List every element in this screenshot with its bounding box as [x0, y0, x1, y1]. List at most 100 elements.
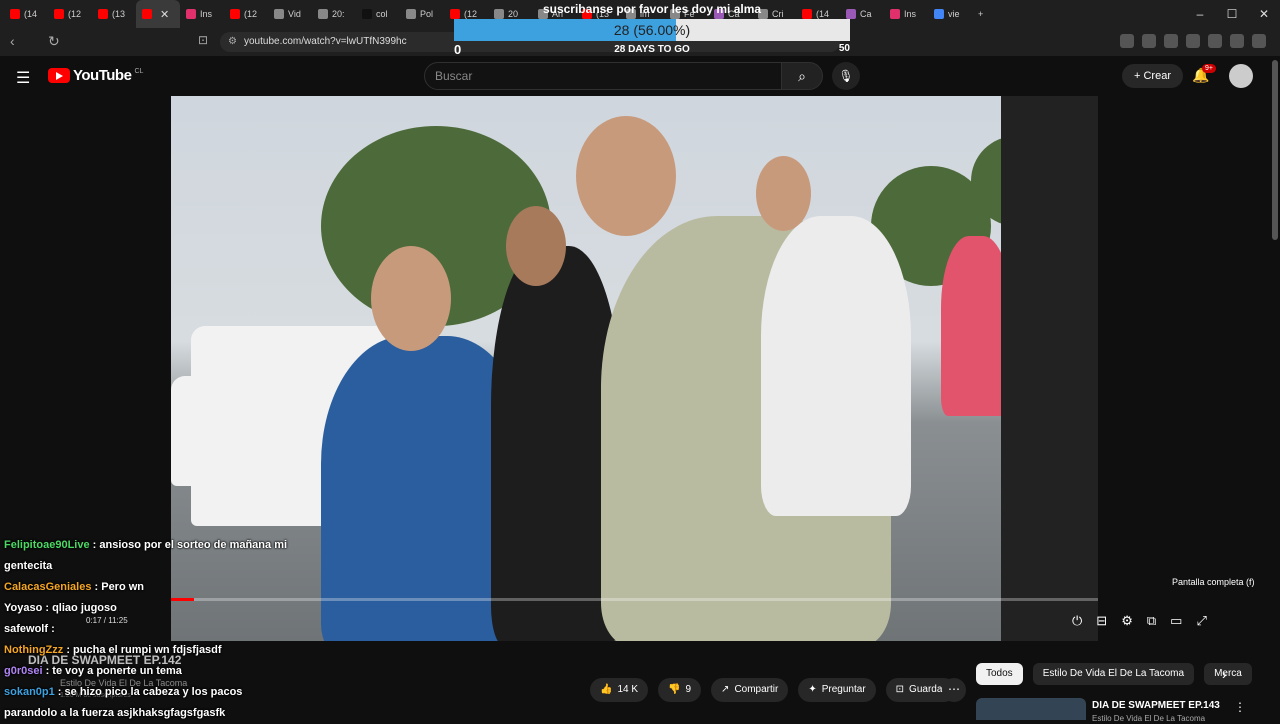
- video-progress-bar[interactable]: [171, 598, 1098, 601]
- chat-username: Felipitoae90Live: [4, 539, 90, 551]
- filter-chip[interactable]: Todos: [976, 663, 1023, 685]
- like-button[interactable]: 👍 14 K: [590, 678, 649, 702]
- browser-tab[interactable]: (12: [48, 0, 92, 28]
- video-person-head: [506, 206, 566, 286]
- youtube-logo[interactable]: YouTube CL: [48, 67, 143, 84]
- recommended-more-icon[interactable]: ⋮: [1234, 700, 1246, 714]
- tab-label: Ca: [860, 9, 872, 19]
- tab-label: (13: [112, 9, 126, 19]
- ask-button[interactable]: ✦ Preguntar: [798, 678, 876, 702]
- browser-tab[interactable]: 20:: [312, 0, 356, 28]
- site-info-icon[interactable]: ⚙: [228, 32, 237, 52]
- more-actions-button[interactable]: ⋯: [942, 678, 966, 702]
- extension-icon[interactable]: [1142, 34, 1156, 48]
- back-icon[interactable]: ‹: [10, 33, 15, 49]
- share-icon: ↗: [721, 684, 730, 695]
- video-player[interactable]: [171, 96, 1098, 641]
- tab-label: 20:: [332, 9, 345, 19]
- chat-username: NothingZzz: [4, 644, 64, 656]
- browser-tab[interactable]: (14: [4, 0, 48, 28]
- extension-icon[interactable]: [1164, 34, 1178, 48]
- tab-favicon-icon: [142, 9, 152, 19]
- chat-username: Yoyaso: [4, 602, 43, 614]
- search-button[interactable]: ⌕: [781, 62, 823, 90]
- chat-text: : ansioso por el sorteo de mañana mi: [89, 539, 288, 551]
- browser-tab[interactable]: Ins: [180, 0, 224, 28]
- video-person-head: [576, 116, 676, 236]
- thumbs-down-icon: 👎: [668, 684, 681, 695]
- dislike-count: 9: [685, 684, 692, 695]
- video-person-head: [756, 156, 811, 231]
- subtitles-icon[interactable]: ⊟: [1096, 613, 1107, 629]
- maximize-icon[interactable]: ☐: [1216, 7, 1248, 21]
- tab-favicon-icon: [362, 9, 372, 19]
- youtube-play-icon: [48, 68, 70, 83]
- thumbs-up-icon: 👍: [600, 684, 613, 695]
- goal-max: 50: [838, 43, 850, 54]
- chat-username: sokan0p1: [4, 686, 55, 698]
- settings-gear-icon[interactable]: ⚙: [1121, 613, 1133, 629]
- search-icon: ⌕: [798, 68, 806, 84]
- ask-label: Preguntar: [821, 684, 866, 695]
- create-label: Crear: [1143, 70, 1171, 82]
- menu-icon[interactable]: [1252, 34, 1266, 48]
- page-scrollbar[interactable]: [1272, 60, 1278, 240]
- tab-favicon-icon: [274, 9, 284, 19]
- chat-message: safewolf :: [0, 619, 310, 640]
- browser-tab[interactable]: ✕: [136, 0, 180, 28]
- extension-icon[interactable]: [1120, 34, 1134, 48]
- recommended-title[interactable]: DIA DE SWAPMEET EP.143: [1092, 700, 1220, 711]
- chat-message: sokan0p1 : se hizo pico la cabeza y los …: [0, 682, 310, 703]
- browser-tab[interactable]: Pol: [400, 0, 444, 28]
- tab-close-icon[interactable]: ✕: [160, 8, 169, 21]
- close-window-icon[interactable]: ✕: [1248, 7, 1280, 21]
- tab-label: (12: [244, 9, 258, 19]
- extension-icon[interactable]: [1208, 34, 1222, 48]
- url-text: youtube.com/watch?v=lwUTfN399hc: [244, 36, 407, 47]
- extension-icon[interactable]: [1230, 34, 1244, 48]
- new-tab-button[interactable]: +: [972, 0, 1016, 28]
- browser-tab[interactable]: Vid: [268, 0, 312, 28]
- tab-label: Pol: [420, 9, 434, 19]
- browser-tab[interactable]: Ins: [884, 0, 928, 28]
- dislike-button[interactable]: 👎 9: [658, 678, 702, 702]
- share-button[interactable]: ↗ Compartir: [711, 678, 789, 702]
- chat-text: : te voy a ponerte un tema: [42, 665, 182, 677]
- hamburger-menu-icon[interactable]: ☰: [16, 68, 30, 88]
- browser-tab[interactable]: (13: [92, 0, 136, 28]
- browser-tab[interactable]: (12: [224, 0, 268, 28]
- filter-chip[interactable]: Merca: [1204, 663, 1252, 685]
- sparkle-icon: ✦: [808, 684, 817, 695]
- fullscreen-icon[interactable]: ⤢: [1196, 613, 1206, 629]
- reload-icon[interactable]: ↻: [48, 33, 60, 50]
- microphone-icon: 🎙: [838, 69, 854, 83]
- bookmark-icon[interactable]: ⊡: [198, 33, 208, 47]
- notification-badge: 9+: [1202, 64, 1216, 73]
- tab-favicon-icon: [934, 9, 944, 19]
- chevron-right-icon[interactable]: ›: [1222, 666, 1227, 682]
- chat-text: : se hizo pico la cabeza y los pacos: [54, 686, 243, 698]
- tab-favicon-icon: [54, 9, 64, 19]
- search-input[interactable]: Buscar: [424, 62, 782, 90]
- tab-label: vie: [948, 9, 960, 19]
- recommended-thumbnail[interactable]: [976, 698, 1086, 720]
- chat-username: safewolf: [4, 623, 49, 635]
- tab-favicon-icon: [186, 9, 196, 19]
- minimize-icon[interactable]: –: [1184, 7, 1216, 21]
- cast-icon[interactable]: ▭: [1170, 613, 1182, 629]
- stream-chat-overlay: Felipitoae90Live : ansioso por el sorteo…: [0, 535, 310, 724]
- chat-text: : qliao jugoso: [42, 602, 117, 614]
- browser-tab[interactable]: col: [356, 0, 400, 28]
- browser-tab[interactable]: vie: [928, 0, 972, 28]
- chat-username: g0r0sei: [4, 665, 43, 677]
- miniplayer-icon[interactable]: ⧉: [1147, 613, 1156, 629]
- autoplay-toggle-icon[interactable]: ⏻: [1072, 613, 1082, 629]
- extension-icon[interactable]: [1186, 34, 1200, 48]
- voice-search-button[interactable]: 🎙: [832, 62, 860, 90]
- create-button[interactable]: + Crear: [1122, 64, 1183, 88]
- bookmark-icon: ⊡: [895, 684, 905, 695]
- tab-label: Ins: [200, 9, 213, 19]
- window-controls: – ☐ ✕: [1184, 0, 1280, 28]
- filter-chip[interactable]: Estilo De Vida El De La Tacoma: [1032, 663, 1195, 685]
- avatar[interactable]: [1229, 64, 1253, 88]
